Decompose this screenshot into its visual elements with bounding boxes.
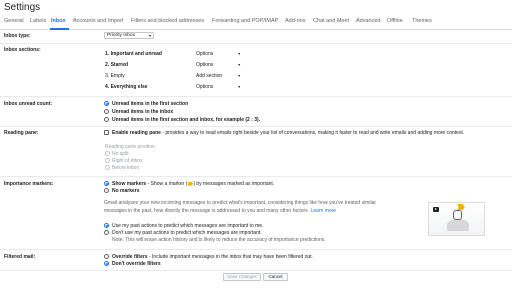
settings-tabs: General Labels Inbox Accounts and Import…: [0, 16, 512, 30]
section-4-options[interactable]: Options ▾: [196, 84, 240, 90]
filtered-mail-label: Filtered mail:: [4, 254, 36, 260]
tab-chat[interactable]: Chat and Meet: [313, 18, 349, 24]
inbox-type-value: Priority Inbox: [107, 33, 135, 38]
tab-offline[interactable]: Offline: [387, 18, 403, 24]
reading-pane-position-label: Reading pane position: [105, 144, 155, 150]
divider: [0, 43, 512, 44]
importance-markers-label: Importance markers:: [4, 181, 54, 187]
tab-filters[interactable]: Filters and blocked addresses: [131, 18, 204, 24]
page-title: Settings: [4, 2, 41, 13]
importance-video-thumbnail[interactable]: [428, 202, 485, 236]
chevron-down-icon: ▾: [238, 62, 241, 67]
inbox-type-label: Inbox type:: [4, 33, 31, 39]
unread-first-radio[interactable]: [104, 101, 109, 106]
importance-note: Note: This will erase action history and…: [112, 237, 326, 243]
section-2-name: 2. Starred: [105, 62, 129, 68]
unread-first-text: Unread items in the first section: [112, 101, 189, 107]
importance-desc-line2: messages in the past, how directly the m…: [104, 208, 337, 214]
inbox-type-select[interactable]: Priority Inbox ▾: [104, 32, 154, 39]
tab-themes[interactable]: Themes: [412, 18, 432, 24]
section-1-options[interactable]: Options ▾: [196, 51, 240, 57]
mail-pile-illustration: [447, 219, 469, 231]
chevron-down-icon: ▾: [238, 51, 241, 56]
tab-inbox[interactable]: Inbox: [51, 18, 66, 24]
unread-both-text: Unread items in the first section and in…: [112, 117, 261, 123]
active-tab-indicator: [50, 28, 69, 30]
unread-inbox-text: Unread items in the inbox: [112, 109, 174, 115]
no-markers-text: No markers: [112, 188, 140, 194]
learn-more-link[interactable]: Learn more: [311, 208, 337, 214]
reading-pane-checkbox[interactable]: [104, 130, 109, 135]
unread-count-label: Inbox unread count:: [4, 101, 53, 107]
inbox-sections-label: Inbox sections:: [4, 47, 41, 53]
envelope-figure-illustration: [453, 210, 462, 220]
below-inbox-text: Below inbox: [112, 165, 139, 171]
dont-override-filters-text: Don't override filters: [112, 261, 161, 267]
chevron-down-icon: ▾: [238, 73, 241, 78]
show-markers-radio[interactable]: [104, 181, 109, 186]
show-markers-text: Show markers - Show a marker () by messa…: [112, 181, 275, 187]
right-of-inbox-text: Right of inbox: [112, 158, 143, 164]
tab-labels[interactable]: Labels: [30, 18, 46, 24]
play-icon: [433, 207, 439, 212]
reading-pane-label: Reading pane:: [4, 130, 39, 136]
section-3-add[interactable]: Add section ▾: [196, 73, 240, 79]
section-1-name: 1. Important and unread: [105, 51, 162, 57]
section-3-name: 3. Empty: [105, 73, 125, 79]
divider: [0, 96, 512, 97]
tab-general[interactable]: General: [4, 18, 24, 24]
dont-use-past-actions-text: Don't use my past actions to predict whi…: [112, 230, 262, 236]
tab-addons[interactable]: Add-ons: [285, 18, 306, 24]
tab-accounts[interactable]: Accounts and Import: [73, 18, 123, 24]
unread-both-radio[interactable]: [104, 117, 109, 122]
tab-advanced[interactable]: Advanced: [356, 18, 380, 24]
section-2-options[interactable]: Options ▾: [196, 62, 240, 68]
use-past-actions-text: Use my past actions to predict which mes…: [112, 223, 264, 229]
section-4-name: 4. Everything else: [105, 84, 148, 90]
override-filters-text: Override filters - Include important mes…: [112, 254, 313, 260]
right-of-inbox-radio[interactable]: [105, 158, 110, 163]
divider: [0, 176, 512, 177]
dont-override-filters-radio[interactable]: [104, 261, 109, 266]
reading-pane-text: Enable reading pane - provides a way to …: [112, 130, 465, 136]
tab-forwarding[interactable]: Forwarding and POP/IMAP: [212, 18, 278, 24]
below-inbox-radio[interactable]: [105, 165, 110, 170]
divider: [0, 270, 512, 271]
importance-desc-line1: Gmail analyses your new incoming message…: [104, 200, 377, 206]
use-past-actions-radio[interactable]: [104, 223, 109, 228]
divider: [0, 126, 512, 127]
save-changes-button[interactable]: Save Changes: [223, 273, 261, 281]
no-split-text: No split: [112, 151, 129, 157]
unread-inbox-radio[interactable]: [104, 109, 109, 114]
override-filters-radio[interactable]: [104, 254, 109, 259]
no-markers-radio[interactable]: [104, 188, 109, 193]
divider: [0, 249, 512, 250]
no-split-radio[interactable]: [105, 151, 110, 156]
chevron-down-icon: ▾: [148, 33, 151, 38]
chevron-down-icon: ▾: [238, 84, 241, 89]
cancel-button[interactable]: Cancel: [263, 273, 288, 281]
dont-use-past-actions-radio[interactable]: [104, 230, 109, 235]
